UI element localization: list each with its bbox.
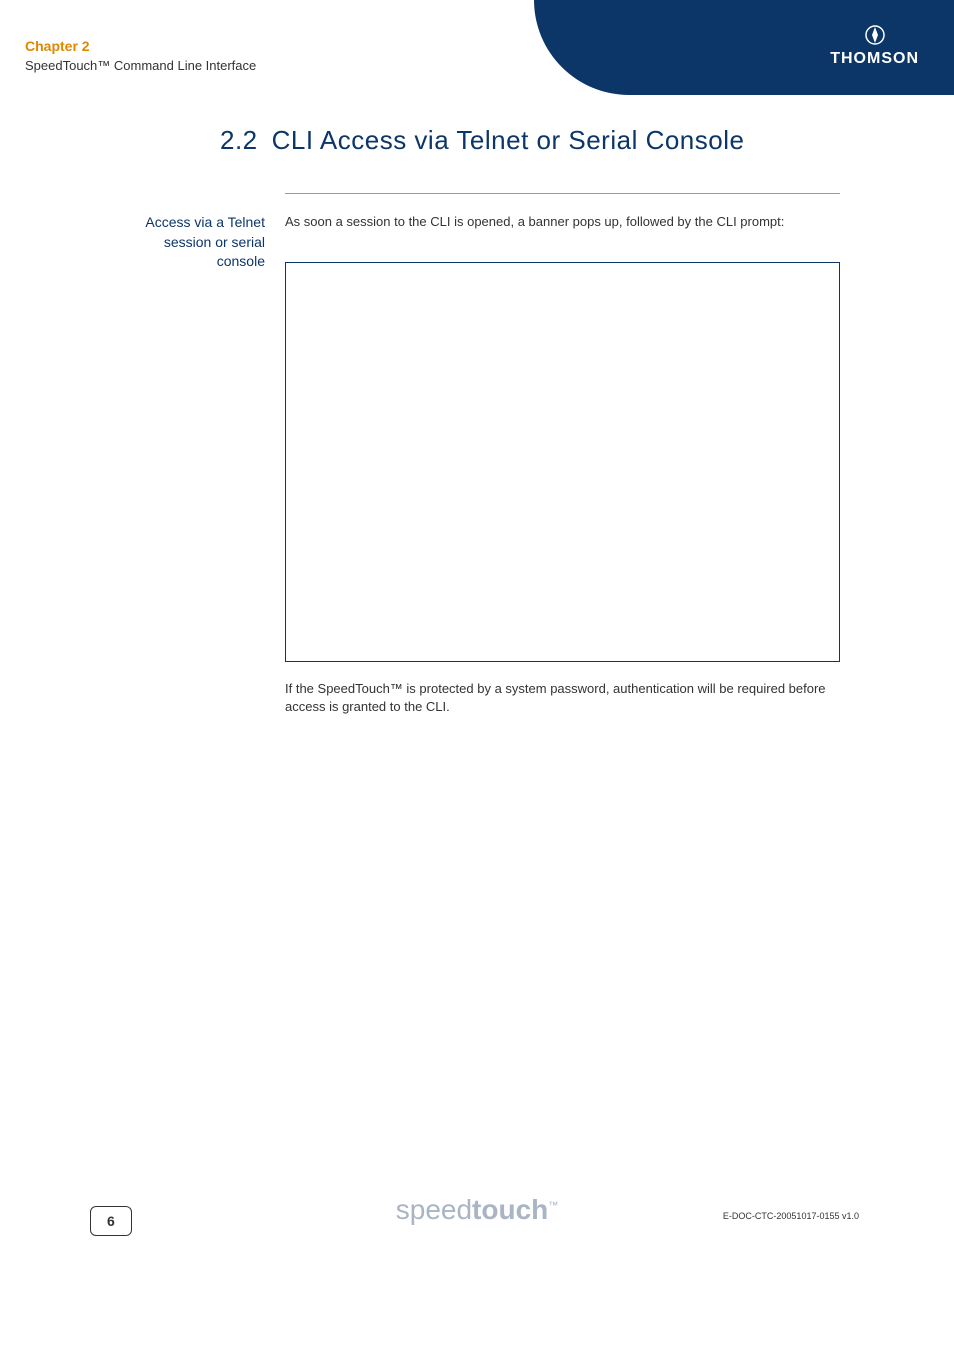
footer-logo-bold: touch [472, 1194, 548, 1225]
body-paragraph-2: If the SpeedTouch™ is protected by a sys… [285, 680, 840, 716]
doc-code: E-DOC-CTC-20051017-0155 v1.0 [723, 1211, 859, 1221]
thomson-logo: THOMSON [830, 25, 919, 68]
thomson-icon [830, 25, 919, 50]
section-number: 2.2 [220, 125, 258, 156]
chapter-header: Chapter 2 SpeedTouch™ Command Line Inter… [25, 38, 256, 73]
thomson-brand-text: THOMSON [830, 50, 919, 67]
section-heading: 2.2 CLI Access via Telnet or Serial Conso… [220, 125, 744, 156]
body-paragraph-1: As soon a session to the CLI is opened, … [285, 213, 840, 231]
code-box [285, 262, 840, 662]
header-bar: THOMSON [534, 0, 954, 95]
side-label: Access via a Telnet session or serial co… [120, 213, 265, 272]
chapter-title: Chapter 2 [25, 38, 256, 54]
footer-logo-tm: ™ [548, 1201, 558, 1212]
section-divider [285, 193, 840, 194]
footer-logo: speedtouch™ [396, 1194, 559, 1226]
section-title: CLI Access via Telnet or Serial Console [272, 125, 745, 155]
footer-logo-thin: speed [396, 1194, 472, 1225]
chapter-subtitle: SpeedTouch™ Command Line Interface [25, 58, 256, 73]
page-number: 6 [90, 1206, 132, 1236]
